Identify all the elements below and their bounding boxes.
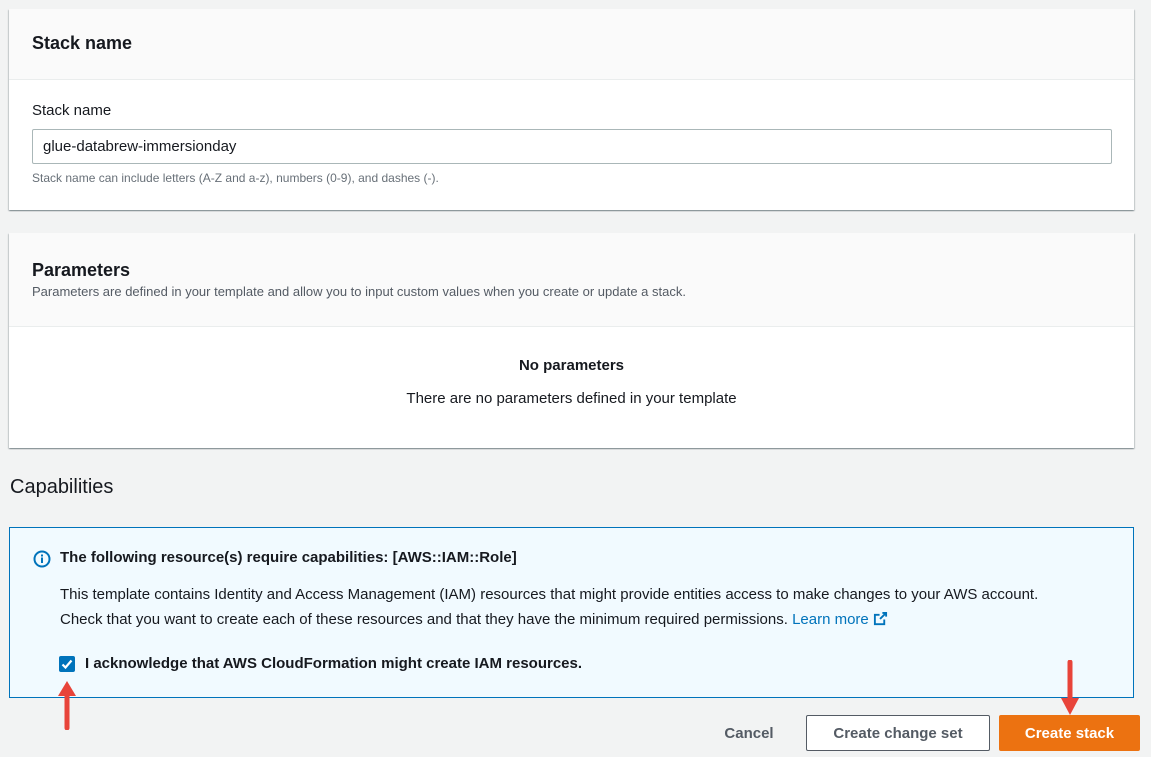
stack-name-panel: Stack name Stack name Stack name can inc… bbox=[9, 9, 1134, 210]
alert-body-line1: This template contains Identity and Acce… bbox=[60, 586, 1039, 603]
cancel-button[interactable]: Cancel bbox=[706, 715, 792, 751]
stack-name-header: Stack name bbox=[9, 9, 1134, 80]
stack-name-hint: Stack name can include letters (A-Z and … bbox=[32, 171, 439, 185]
no-parameters-title: No parameters bbox=[518, 357, 625, 374]
no-parameters-description: There are no parameters defined in your … bbox=[406, 390, 737, 407]
learn-more-link[interactable]: Learn more bbox=[792, 611, 888, 628]
learn-more-label: Learn more bbox=[792, 611, 869, 628]
external-link-icon bbox=[873, 611, 887, 626]
stack-name-title: Stack name bbox=[32, 33, 133, 53]
annotation-arrow-down-icon bbox=[1061, 660, 1079, 715]
acknowledge-label[interactable]: I acknowledge that AWS CloudFormation mi… bbox=[85, 655, 582, 672]
alert-body-line2-wrap: Check that you want to create each of th… bbox=[60, 607, 1120, 632]
parameters-header: Parameters Parameters are defined in you… bbox=[9, 233, 1134, 327]
acknowledge-checkbox[interactable] bbox=[59, 656, 75, 672]
stack-name-label: Stack name bbox=[32, 102, 112, 119]
create-stack-button[interactable]: Create stack bbox=[999, 715, 1140, 751]
create-change-set-button[interactable]: Create change set bbox=[806, 715, 990, 751]
stack-name-input[interactable] bbox=[32, 129, 1112, 164]
alert-body: This template contains Identity and Acce… bbox=[60, 582, 1120, 632]
alert-title: The following resource(s) require capabi… bbox=[60, 549, 517, 566]
checkmark-icon bbox=[61, 659, 73, 670]
annotation-arrow-up-icon bbox=[58, 681, 76, 730]
parameters-panel: Parameters Parameters are defined in you… bbox=[9, 233, 1134, 448]
info-icon bbox=[33, 550, 51, 568]
parameters-title: Parameters bbox=[32, 260, 131, 280]
capabilities-alert: The following resource(s) require capabi… bbox=[9, 527, 1134, 698]
parameters-description: Parameters are defined in your template … bbox=[32, 284, 686, 299]
capabilities-heading: Capabilities bbox=[10, 476, 114, 498]
alert-body-line2: Check that you want to create each of th… bbox=[60, 611, 788, 628]
